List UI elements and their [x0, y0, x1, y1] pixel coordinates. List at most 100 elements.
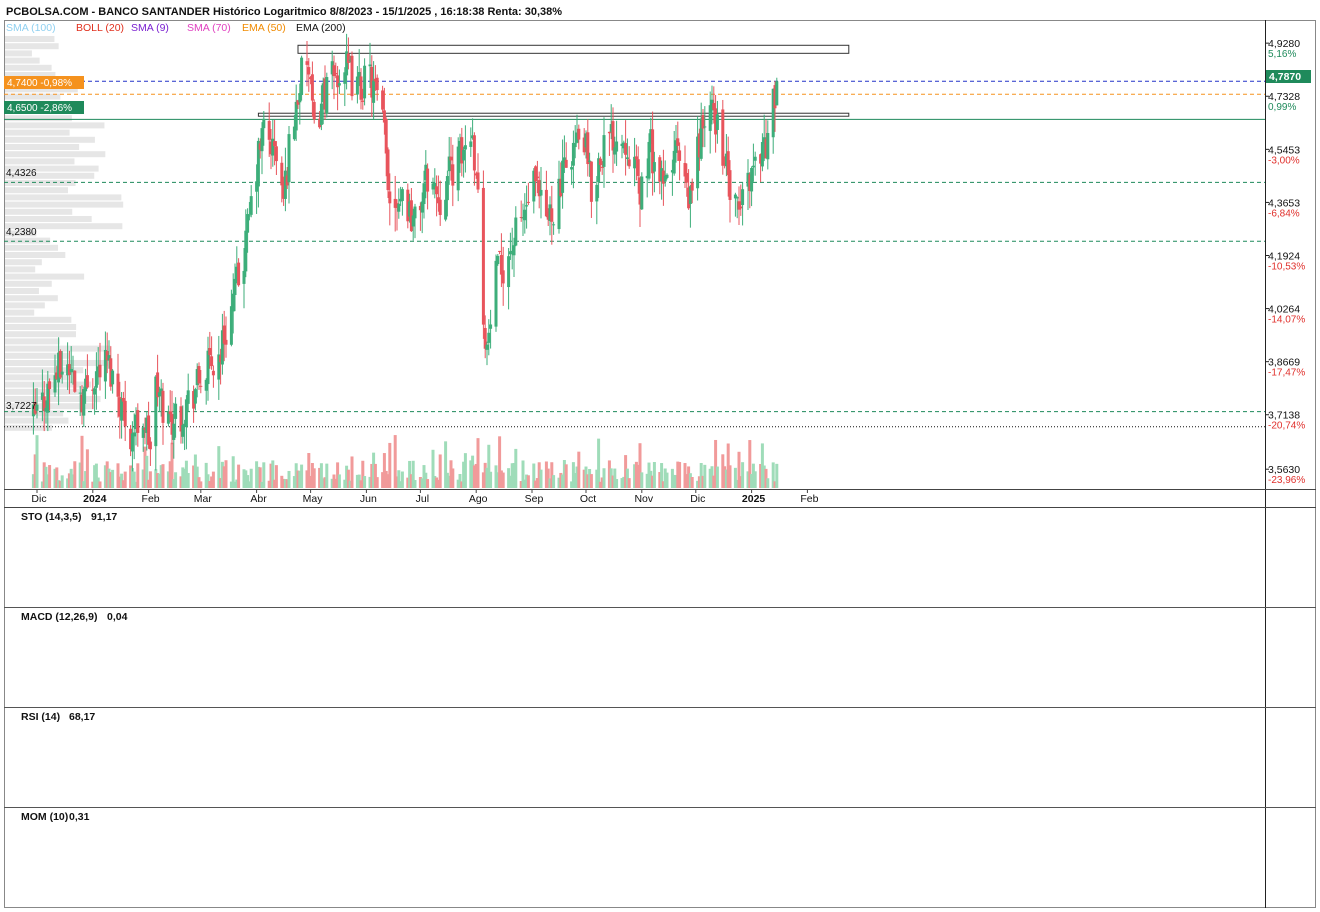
volume-profile-bar — [5, 194, 122, 201]
volume-bar — [73, 461, 77, 488]
candle-body — [368, 64, 372, 67]
candle-body — [48, 381, 52, 390]
indicator-legend[interactable]: SMA (100) BOLL (20) SMA (9) SMA (70) EMA (50… — [6, 22, 346, 34]
indicator-legend-item[interactable]: SMA (9) — [131, 22, 169, 34]
volume-bar — [287, 470, 291, 488]
date-label: Nov — [634, 493, 653, 505]
candle-body — [199, 385, 203, 387]
date-label: Oct — [580, 493, 596, 505]
date-label: Jun — [360, 493, 377, 505]
candle-body — [703, 126, 707, 128]
candle-body — [607, 131, 611, 134]
volume-profile-bar — [5, 424, 53, 431]
candle-body — [426, 168, 430, 192]
volume-bar — [715, 466, 719, 488]
volume-profile-bar — [5, 295, 58, 302]
chart-title: PCBOLSA.COM - BANCO SANTANDER Histórico … — [6, 6, 562, 18]
volume-bar — [678, 462, 682, 488]
candle-body — [487, 332, 491, 343]
candle-body — [73, 370, 77, 392]
volume-bar — [48, 465, 52, 488]
volume-bar — [262, 462, 266, 488]
candle-body — [550, 208, 554, 222]
volume-profile-bar — [5, 316, 72, 323]
candle-body — [242, 270, 246, 284]
volume-bar — [690, 477, 694, 488]
volume-bar — [539, 469, 543, 488]
candle-body — [400, 189, 404, 201]
candle-body — [60, 371, 64, 375]
candle-body — [85, 375, 89, 388]
candle-body — [766, 132, 770, 160]
candle-body — [435, 186, 439, 195]
volume-profile-bar — [5, 244, 59, 251]
candle-body — [123, 400, 127, 427]
volume-bar — [775, 463, 779, 488]
candle-body — [647, 141, 651, 179]
candle-body — [233, 278, 237, 296]
volume-bar — [363, 476, 367, 488]
volume-profile-bar — [5, 417, 69, 424]
candle-body — [535, 176, 539, 179]
volume-bar — [85, 449, 89, 488]
candle-body — [337, 83, 341, 86]
date-label: Dic — [31, 493, 46, 505]
candle-body — [640, 176, 644, 210]
volume-bar — [728, 465, 732, 488]
candle-body — [489, 324, 493, 329]
volume-profile-bar — [5, 158, 75, 165]
price-tick-percent: 0,99% — [1268, 102, 1296, 113]
candle-body — [751, 165, 755, 168]
candle-body — [652, 162, 656, 172]
candle-body — [678, 150, 682, 161]
price-tick-percent: -20,74% — [1268, 421, 1305, 432]
volume-bar — [186, 473, 190, 488]
candle-body — [624, 143, 628, 155]
candle-body — [634, 156, 638, 160]
volume-profile-bar — [5, 273, 85, 280]
resistance-box — [297, 44, 850, 54]
level-label: 3,7227 — [6, 401, 37, 412]
candle-body — [246, 214, 250, 233]
volume-bar — [589, 474, 593, 488]
volume-profile-bar — [5, 338, 60, 345]
indicator-legend-item[interactable]: EMA (50) — [242, 22, 286, 34]
candle-body — [116, 373, 120, 397]
candle-body — [715, 114, 719, 130]
candle-body — [346, 53, 350, 63]
volume-bar — [388, 442, 392, 488]
indicator-legend-item[interactable]: SMA (70) — [187, 22, 231, 34]
indicator-legend-item[interactable]: BOLL (20) — [76, 22, 124, 34]
candle-body — [372, 80, 376, 103]
candle-body — [413, 206, 417, 219]
candle-body — [359, 76, 363, 100]
candle-body — [260, 128, 264, 152]
level-label: 4,4326 — [6, 168, 37, 179]
candle-body — [526, 201, 530, 203]
candle-body — [181, 424, 185, 437]
candle-body — [701, 115, 705, 129]
volume-bar — [552, 475, 556, 488]
candle-body — [775, 81, 779, 106]
chart-canvas: PCBOLSA.COM - BANCO SANTANDER Histórico … — [4, 6, 1316, 908]
volume-bar — [766, 478, 770, 488]
candle-body — [82, 389, 86, 416]
candle-body — [586, 132, 590, 165]
indicator-legend-item[interactable]: SMA (100) — [6, 22, 56, 34]
volume-profile-bar — [5, 266, 36, 273]
volume-profile-bar — [5, 360, 109, 366]
volume-bar — [274, 465, 278, 488]
candle-body — [690, 182, 694, 191]
candle-body — [332, 65, 336, 77]
price-tick-percent: -17,47% — [1268, 368, 1305, 379]
volume-profile-bar — [5, 288, 39, 294]
candle-body — [319, 103, 323, 125]
volume-profile-bar — [5, 50, 32, 57]
candle-body — [741, 189, 745, 206]
candle-body — [93, 388, 97, 395]
candle-body — [386, 149, 390, 191]
volume-profile-bar — [5, 252, 66, 258]
indicator-legend-item[interactable]: EMA (200) — [296, 22, 346, 34]
candle-body — [361, 100, 365, 102]
candle-body — [120, 399, 124, 421]
